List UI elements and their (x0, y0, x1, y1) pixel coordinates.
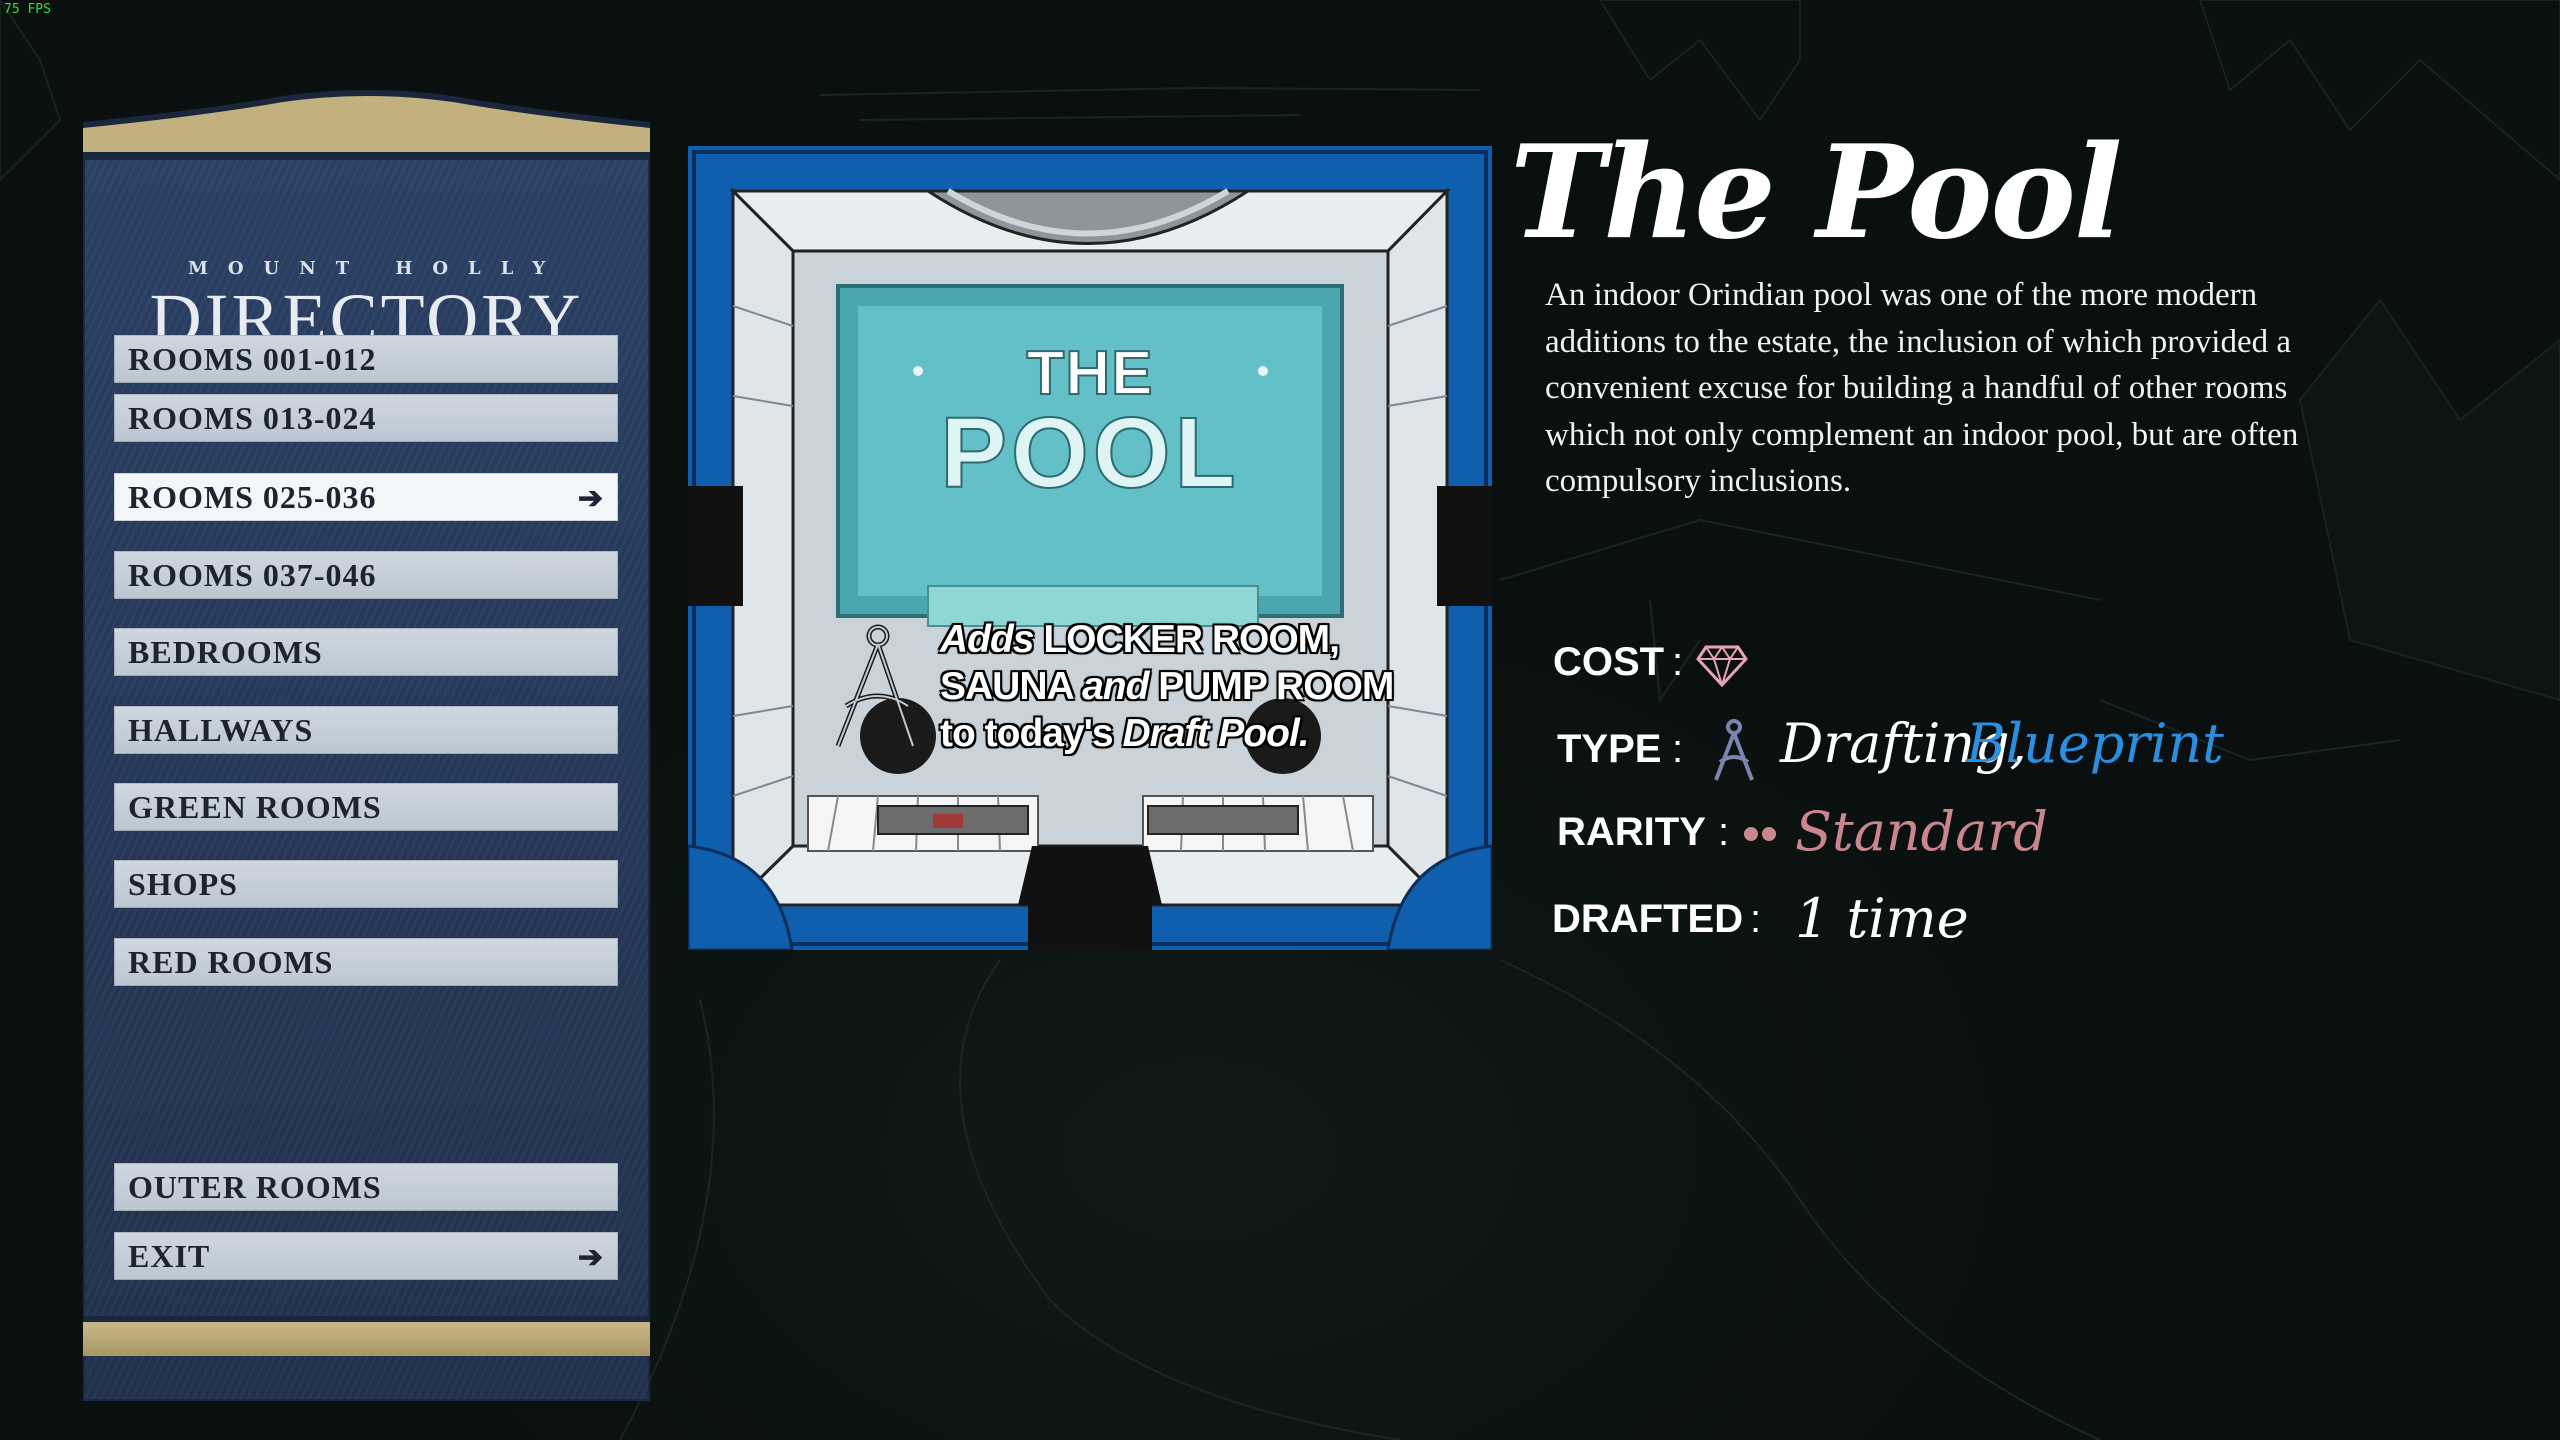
menu-item-label: SHOPS (128, 865, 238, 902)
room-title: The Pool (1510, 118, 2122, 268)
panel-bottom-ornament (83, 1316, 650, 1356)
menu-item-red-rooms[interactable]: RED ROOMS (114, 938, 618, 986)
menu-item-green-rooms[interactable]: GREEN ROOMS (114, 783, 618, 831)
room-description: An indoor Orindian pool was one of the m… (1545, 277, 2299, 499)
drafted-separator: : (1750, 897, 1762, 941)
effect-rooms-2: SAUNA (940, 665, 1083, 708)
panel-top-ornament (83, 90, 650, 158)
menu-item-label: EXIT (128, 1237, 211, 1274)
menu-item-label: OUTER ROOMS (128, 1168, 382, 1205)
card-room-name-line2: POOL (939, 396, 1240, 510)
effect-target-prefix: to today's (940, 712, 1123, 755)
menu-item-hallways[interactable]: HALLWAYS (114, 706, 618, 754)
arrow-right-icon: ➔ (577, 1241, 604, 1274)
menu-item-label: ROOMS 013-024 (128, 399, 377, 436)
menu-item-shops[interactable]: SHOPS (114, 860, 618, 908)
effect-rooms-3: PUMP ROOM (1148, 665, 1394, 708)
directory-body: MOUNT HOLLY DIRECTORY ROOMS 001-012 ROOM… (83, 158, 650, 1401)
type-value-blueprint: Blueprint (1966, 712, 2224, 775)
room-card: THE POOL Adds LOCKER ROOM, SAUNA and PUM… (686, 146, 1494, 952)
cost-separator: : (1672, 640, 1684, 684)
menu-item-label: ROOMS 001-012 (128, 340, 377, 377)
menu-item-rooms-001-012[interactable]: ROOMS 001-012 (114, 335, 618, 383)
effect-rooms-1: LOCKER ROOM, (1033, 618, 1340, 661)
gem-icon (1696, 645, 1748, 687)
menu-item-rooms-025-036[interactable]: ROOMS 025-036 ➔ (114, 473, 618, 521)
menu-item-label: RED ROOMS (128, 943, 334, 980)
arrow-right-icon: ➔ (577, 482, 604, 515)
directory-panel: MOUNT HOLLY DIRECTORY ROOMS 001-012 ROOM… (83, 88, 650, 1401)
rarity-dots-icon (1744, 827, 1776, 841)
effect-conjunction: and (1082, 665, 1149, 708)
menu-item-bedrooms[interactable]: BEDROOMS (114, 628, 618, 676)
menu-item-rooms-037-046[interactable]: ROOMS 037-046 (114, 551, 618, 599)
menu-item-label: GREEN ROOMS (128, 788, 382, 825)
menu-item-label: ROOMS 037-046 (128, 556, 377, 593)
rarity-value: Standard (1795, 800, 2048, 863)
menu-item-outer-rooms[interactable]: OUTER ROOMS (114, 1163, 618, 1211)
drafted-label: DRAFTED (1552, 897, 1744, 941)
fps-counter: 75 FPS (4, 2, 51, 17)
effect-verb: Adds (940, 618, 1034, 661)
menu-item-label: BEDROOMS (128, 633, 323, 670)
menu-item-label: ROOMS 025-036 (128, 478, 377, 515)
drafted-value: 1 time (1795, 887, 1969, 950)
effect-target: Draft Pool. (1122, 712, 1309, 755)
drafting-compass-icon (1714, 719, 1754, 781)
card-effect-text: Adds LOCKER ROOM, SAUNA and PUMP ROOM to… (940, 616, 1480, 757)
rarity-separator: : (1718, 810, 1730, 854)
type-label: TYPE (1557, 727, 1662, 771)
menu-item-rooms-013-024[interactable]: ROOMS 013-024 (114, 394, 618, 442)
cost-label: COST (1553, 640, 1665, 684)
exit-button[interactable]: EXIT ➔ (114, 1232, 618, 1280)
directory-subtitle: MOUNT HOLLY (187, 258, 566, 279)
type-separator: : (1672, 727, 1684, 771)
rarity-label: RARITY (1557, 810, 1706, 854)
menu-item-label: HALLWAYS (128, 711, 314, 748)
